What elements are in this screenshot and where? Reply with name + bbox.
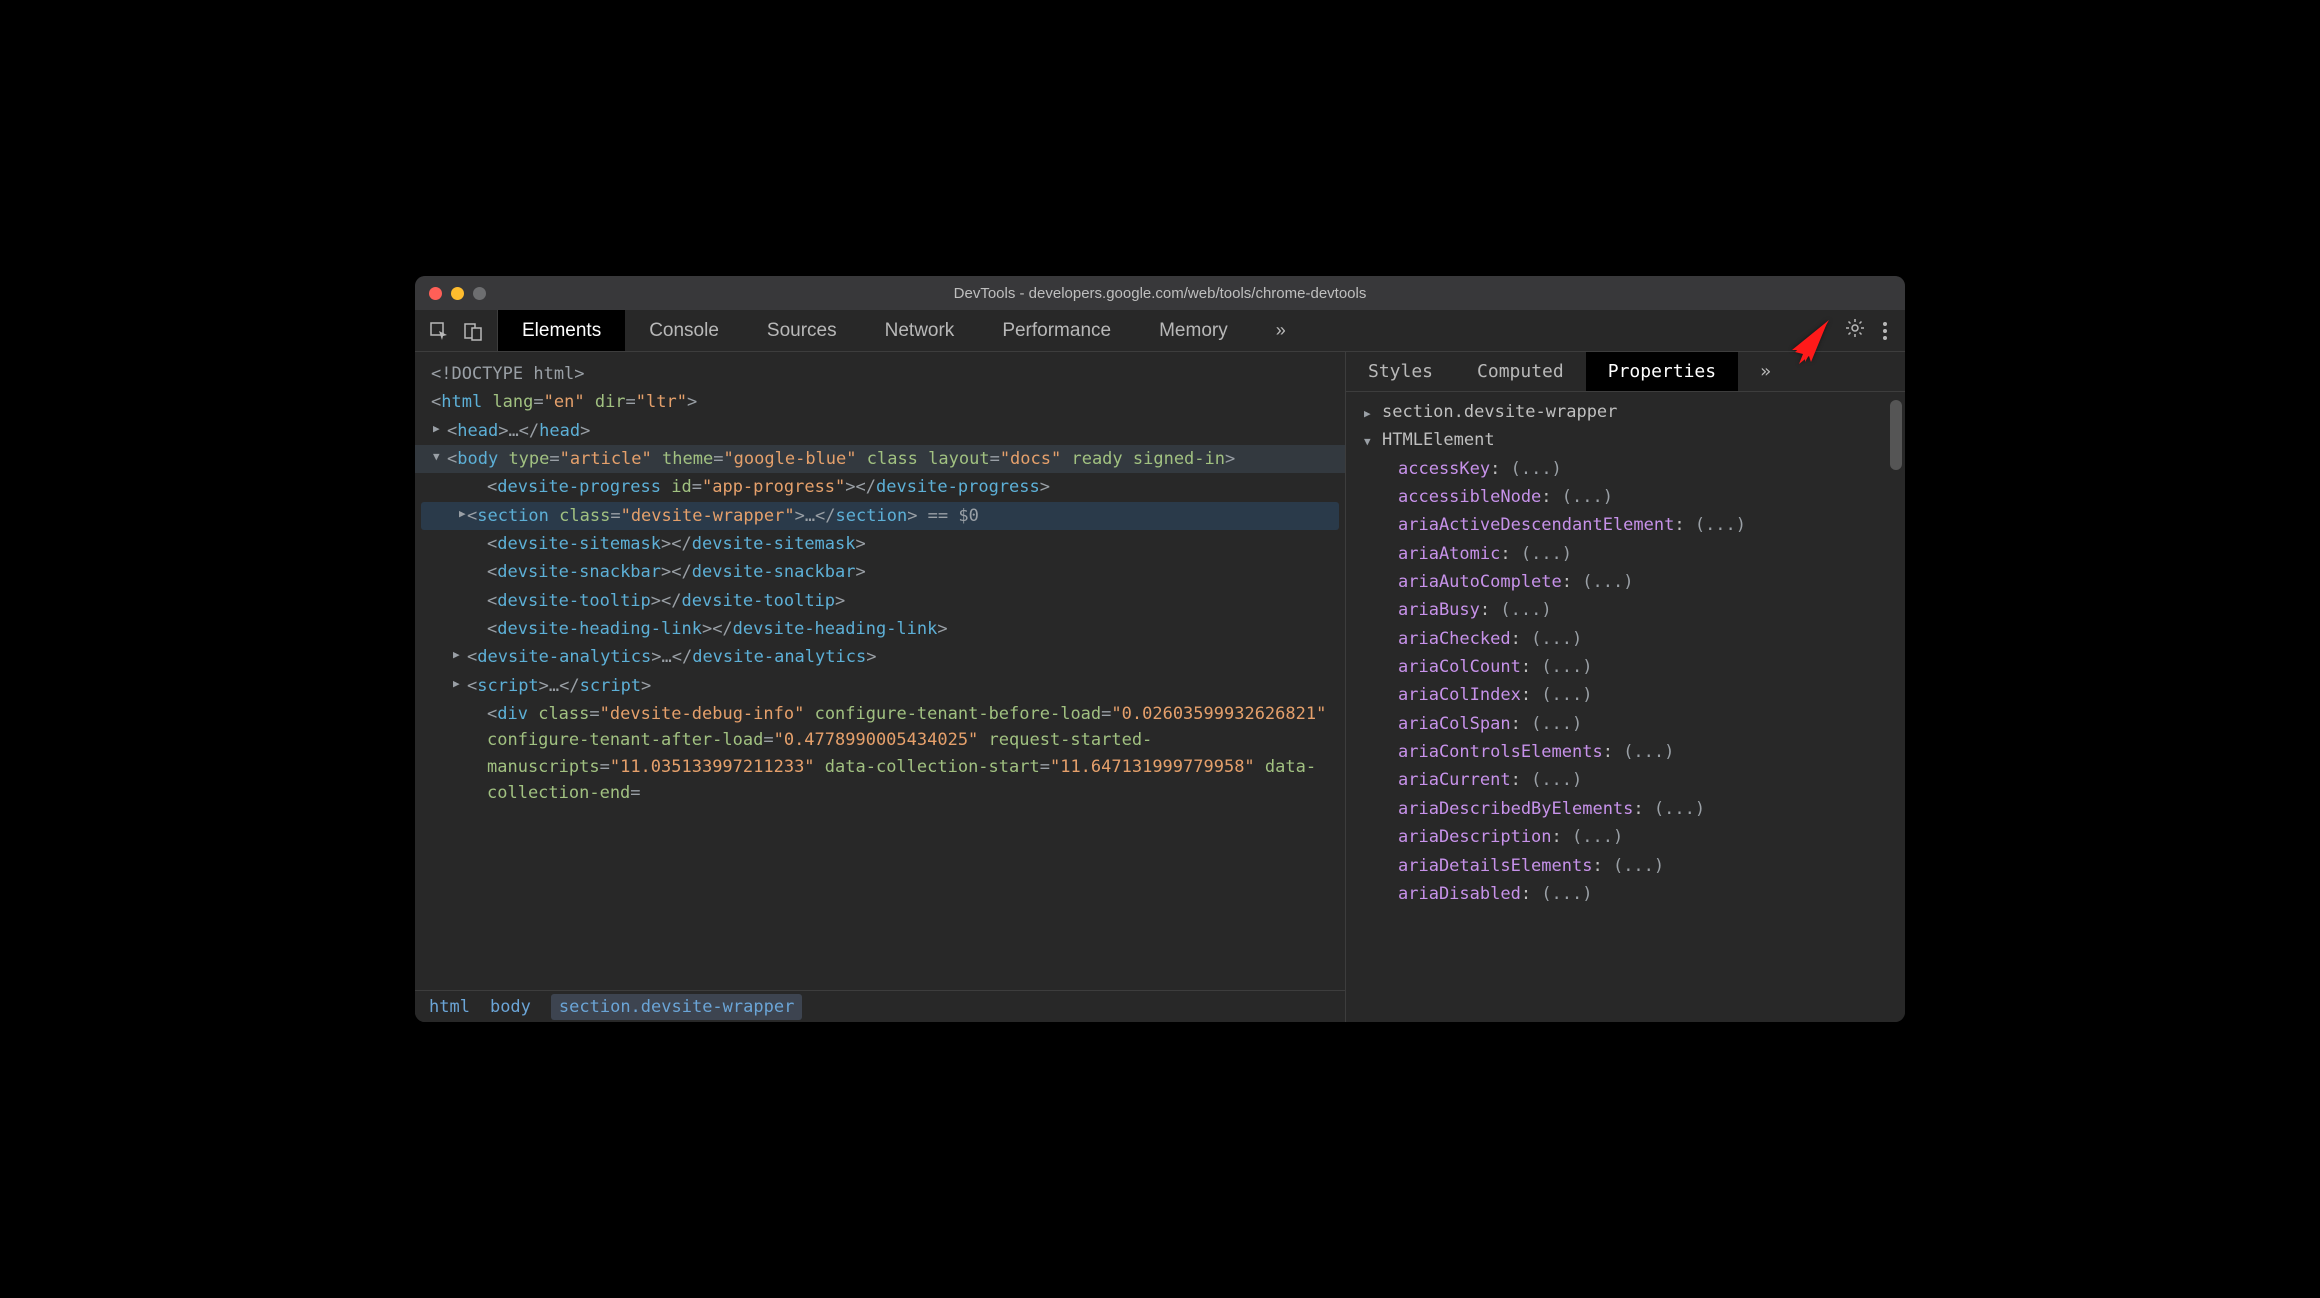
prop-row[interactable]: ariaControlsElements: (...) (1346, 738, 1905, 766)
tabs-overflow-icon[interactable]: » (1252, 310, 1310, 351)
prop-row[interactable]: accessibleNode: (...) (1346, 483, 1905, 511)
more-options-icon[interactable] (1883, 322, 1887, 340)
dom-line[interactable]: ▶<devsite-analytics>…</devsite-analytics… (415, 643, 1345, 671)
close-window-button[interactable] (429, 287, 442, 300)
dom-line[interactable]: <devsite-snackbar></devsite-snackbar> (415, 558, 1345, 586)
prop-row[interactable]: ariaCurrent: (...) (1346, 766, 1905, 794)
tab-console[interactable]: Console (625, 310, 743, 351)
expand-caret-icon[interactable]: ▶ (1364, 405, 1374, 422)
dom-line[interactable]: <div class="devsite-debug-info" configur… (415, 700, 1345, 807)
traffic-lights (429, 287, 486, 300)
dom-line[interactable]: ▶<head>…</head> (415, 417, 1345, 445)
dom-line[interactable]: <devsite-sitemask></devsite-sitemask> (415, 530, 1345, 558)
prop-row[interactable]: ariaDetailsElements: (...) (1346, 852, 1905, 880)
sidetab-computed[interactable]: Computed (1455, 352, 1586, 391)
side-tabs: Styles Computed Properties » (1346, 352, 1905, 392)
tab-sources[interactable]: Sources (743, 310, 861, 351)
inspect-element-icon[interactable] (429, 321, 449, 341)
prop-row[interactable]: ariaActiveDescendantElement: (...) (1346, 511, 1905, 539)
dom-panel: <!DOCTYPE html> <html lang="en" dir="ltr… (415, 352, 1345, 1022)
collapse-caret-icon[interactable]: ▼ (433, 448, 440, 465)
zoom-window-button[interactable] (473, 287, 486, 300)
sidetab-properties[interactable]: Properties (1586, 352, 1738, 391)
dom-line[interactable]: <html lang="en" dir="ltr"> (415, 388, 1345, 416)
device-toolbar-icon[interactable] (463, 321, 483, 341)
expand-caret-icon[interactable]: ▶ (453, 646, 460, 663)
prop-row[interactable]: ariaColSpan: (...) (1346, 710, 1905, 738)
dom-line[interactable]: <devsite-tooltip></devsite-tooltip> (415, 587, 1345, 615)
prop-section-header[interactable]: ▼HTMLElement (1346, 426, 1905, 454)
prop-row[interactable]: accessKey: (...) (1346, 455, 1905, 483)
expand-caret-icon[interactable]: ▶ (433, 420, 440, 437)
prop-row[interactable]: ariaColIndex: (...) (1346, 681, 1905, 709)
dom-line[interactable]: <devsite-heading-link></devsite-heading-… (415, 615, 1345, 643)
prop-row[interactable]: ariaDescription: (...) (1346, 823, 1905, 851)
dom-line[interactable]: ▼<body type="article" theme="google-blue… (415, 445, 1345, 473)
dom-line[interactable]: ▶<script>…</script> (415, 672, 1345, 700)
dom-line[interactable]: <!DOCTYPE html> (415, 360, 1345, 388)
prop-row[interactable]: ariaBusy: (...) (1346, 596, 1905, 624)
tab-memory[interactable]: Memory (1135, 310, 1252, 351)
main-content: <!DOCTYPE html> <html lang="en" dir="ltr… (415, 352, 1905, 1022)
dom-line[interactable]: <devsite-progress id="app-progress"></de… (415, 473, 1345, 501)
breadcrumb-item[interactable]: html (429, 997, 470, 1017)
minimize-window-button[interactable] (451, 287, 464, 300)
prop-row[interactable]: ariaDescribedByElements: (...) (1346, 795, 1905, 823)
side-panel: Styles Computed Properties » ▶section.de… (1345, 352, 1905, 1022)
scrollbar-thumb[interactable] (1890, 400, 1902, 470)
tab-network[interactable]: Network (861, 310, 979, 351)
window-title: DevTools - developers.google.com/web/too… (415, 285, 1905, 302)
prop-row[interactable]: ariaDisabled: (...) (1346, 880, 1905, 908)
breadcrumb-item[interactable]: body (490, 997, 531, 1017)
prop-row[interactable]: ariaAutoComplete: (...) (1346, 568, 1905, 596)
expand-caret-icon[interactable]: ▶ (459, 505, 466, 522)
prop-section-header[interactable]: ▶section.devsite-wrapper (1346, 398, 1905, 426)
sidetab-styles[interactable]: Styles (1346, 352, 1455, 391)
dom-line-selected[interactable]: ⋯▶<section class="devsite-wrapper">…</se… (421, 502, 1339, 530)
sidetabs-overflow-icon[interactable]: » (1738, 352, 1793, 391)
dom-tree[interactable]: <!DOCTYPE html> <html lang="en" dir="ltr… (415, 352, 1345, 990)
prop-row[interactable]: ariaColCount: (...) (1346, 653, 1905, 681)
devtools-window: DevTools - developers.google.com/web/too… (415, 276, 1905, 1022)
prop-row[interactable]: ariaAtomic: (...) (1346, 540, 1905, 568)
collapse-caret-icon[interactable]: ▼ (1364, 433, 1374, 450)
titlebar: DevTools - developers.google.com/web/too… (415, 276, 1905, 310)
breadcrumb-item-current[interactable]: section.devsite-wrapper (551, 994, 802, 1020)
main-toolbar: Elements Console Sources Network Perform… (415, 310, 1905, 352)
prop-row[interactable]: ariaChecked: (...) (1346, 625, 1905, 653)
tab-performance[interactable]: Performance (978, 310, 1135, 351)
expand-caret-icon[interactable]: ▶ (453, 675, 460, 692)
tab-elements[interactable]: Elements (498, 310, 625, 351)
properties-body[interactable]: ▶section.devsite-wrapper ▼HTMLElement ac… (1346, 392, 1905, 1022)
settings-gear-icon[interactable] (1845, 318, 1865, 343)
breadcrumb: html body section.devsite-wrapper (415, 990, 1345, 1022)
